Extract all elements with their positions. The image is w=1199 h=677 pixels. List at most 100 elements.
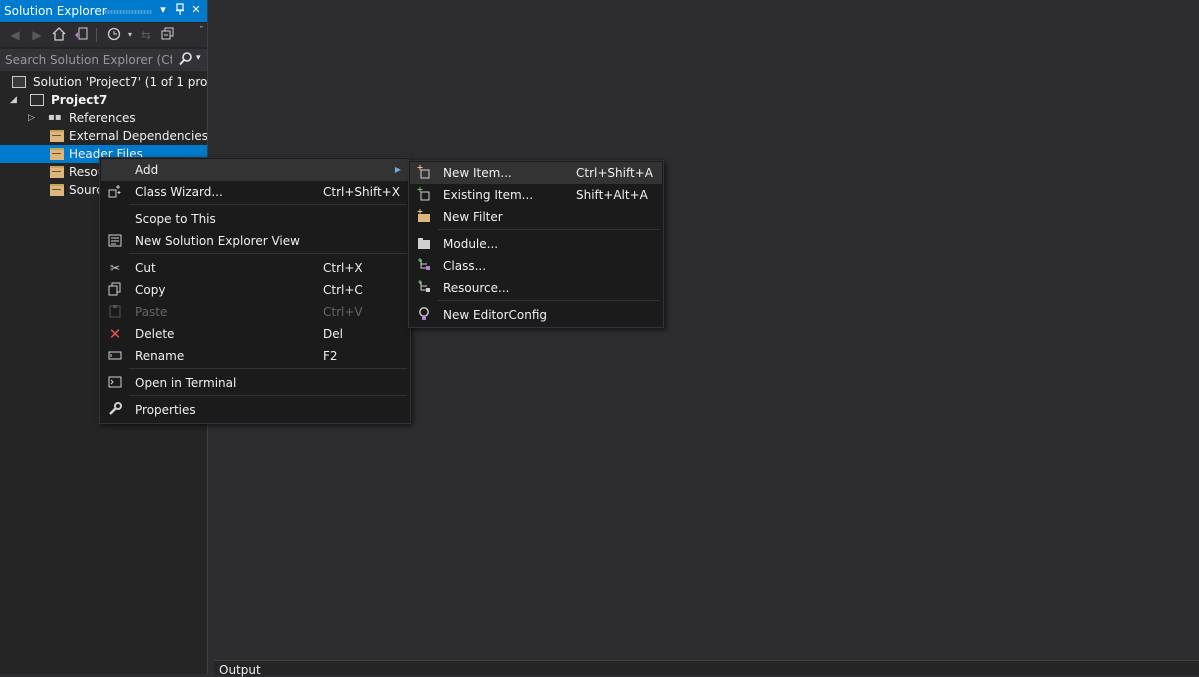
menu-item-label: New Item... xyxy=(443,166,512,180)
solution-explorer-search: ▾ xyxy=(0,49,207,71)
submenu-item-class[interactable]: Class... xyxy=(410,255,662,277)
menu-separator xyxy=(129,204,407,205)
menu-item-label: Class Wizard... xyxy=(135,185,223,199)
menu-item-label: New Filter xyxy=(443,210,503,224)
tree-item-project[interactable]: ◢ Project7 xyxy=(0,91,207,109)
submenu-item-new-editorconfig[interactable]: New EditorConfig xyxy=(410,304,662,326)
terminal-icon xyxy=(107,375,123,391)
collapse-all-icon[interactable] xyxy=(160,27,176,43)
menu-item-label: Add xyxy=(135,163,159,177)
menu-separator xyxy=(438,300,660,301)
history-icon[interactable] xyxy=(106,27,122,43)
new-view-icon xyxy=(107,233,123,249)
menu-item-label: Scope to This xyxy=(135,212,216,226)
menu-item-label: Resource... xyxy=(443,281,510,295)
context-menu: Add ▶ Class Wizard... Ctrl+Shift+X Scope… xyxy=(99,157,411,424)
menu-item-shortcut: Ctrl+Shift+X xyxy=(323,185,400,199)
menu-item-shortcut: Ctrl+C xyxy=(323,283,363,297)
solution-explorer-toolbar: ◀ ▶ ▾ ⇆ ˝ xyxy=(0,23,207,47)
wrench-icon xyxy=(107,402,123,418)
delete-icon: ✕ xyxy=(108,325,122,343)
back-icon[interactable]: ◀ xyxy=(7,27,23,43)
overflow-icon[interactable]: ˝ xyxy=(193,23,209,39)
menu-item-properties[interactable]: Properties xyxy=(101,399,409,421)
menu-item-add[interactable]: Add ▶ xyxy=(101,159,409,181)
new-filter-icon xyxy=(416,209,432,225)
menu-separator xyxy=(129,253,407,254)
menu-item-shortcut: Ctrl+X xyxy=(323,261,363,275)
home-icon[interactable] xyxy=(51,27,67,43)
menu-item-label: Properties xyxy=(135,403,196,417)
submenu-item-module[interactable]: Module... xyxy=(410,233,662,255)
menu-item-label: Rename xyxy=(135,349,185,363)
folder-icon xyxy=(50,166,64,178)
tree-item-external-dependencies[interactable]: External Dependencies xyxy=(0,127,207,145)
project-icon xyxy=(30,94,44,106)
menu-item-class-wizard[interactable]: Class Wizard... Ctrl+Shift+X xyxy=(101,181,409,203)
class-icon xyxy=(416,258,432,274)
tree-item-solution[interactable]: Solution 'Project7' (1 of 1 project) xyxy=(0,73,207,91)
sync-icon[interactable]: ⇆ xyxy=(138,27,154,43)
menu-item-rename[interactable]: Rename F2 xyxy=(101,345,409,367)
toolbar-separator xyxy=(96,28,97,42)
submenu-item-new-item[interactable]: New Item... Ctrl+Shift+A xyxy=(410,162,662,184)
folder-icon xyxy=(50,184,64,196)
solution-explorer-title-bar: Solution Explorer ▾ ✕ xyxy=(0,0,207,22)
search-input[interactable] xyxy=(0,49,172,71)
solution-icon xyxy=(12,76,26,88)
title-grip xyxy=(104,10,152,14)
submenu-item-existing-item[interactable]: Existing Item... Shift+Alt+A xyxy=(410,184,662,206)
window-position-dropdown-icon[interactable]: ▾ xyxy=(156,3,170,19)
menu-separator xyxy=(129,395,407,396)
expanded-arrow-icon[interactable]: ◢ xyxy=(10,91,17,109)
tree-item-label: References xyxy=(69,111,136,125)
output-panel-tab[interactable]: Output xyxy=(214,660,1199,677)
menu-item-label: Class... xyxy=(443,259,487,273)
resource-icon xyxy=(416,280,432,296)
menu-item-cut[interactable]: ✂ Cut Ctrl+X xyxy=(101,257,409,279)
menu-item-scope-to-this[interactable]: Scope to This xyxy=(101,208,409,230)
submenu-item-new-filter[interactable]: New Filter xyxy=(410,206,662,228)
menu-item-shortcut: Ctrl+V xyxy=(323,305,363,319)
menu-item-shortcut: F2 xyxy=(323,349,338,363)
collapsed-arrow-icon[interactable]: ▷ xyxy=(28,109,35,127)
new-item-icon xyxy=(416,165,432,181)
menu-item-label: Copy xyxy=(135,283,166,297)
menu-item-label: Open in Terminal xyxy=(135,376,237,390)
menu-item-label: Paste xyxy=(135,305,168,319)
submenu-arrow-icon: ▶ xyxy=(394,165,401,174)
menu-item-open-in-terminal[interactable]: Open in Terminal xyxy=(101,372,409,394)
menu-item-shortcut: Del xyxy=(323,327,343,341)
output-tab-label: Output xyxy=(219,663,261,677)
module-icon xyxy=(416,236,432,252)
close-icon[interactable]: ✕ xyxy=(189,3,203,19)
menu-item-copy[interactable]: Copy Ctrl+C xyxy=(101,279,409,301)
forward-icon[interactable]: ▶ xyxy=(29,27,45,43)
tree-item-label: External Dependencies xyxy=(69,129,207,143)
menu-item-paste[interactable]: Paste Ctrl+V xyxy=(101,301,409,323)
menu-item-label: New Solution Explorer View xyxy=(135,234,300,248)
folder-icon xyxy=(50,148,64,160)
search-options-dropdown-icon[interactable]: ▾ xyxy=(196,53,201,63)
pin-icon[interactable] xyxy=(173,3,187,19)
references-icon: ▪▪ xyxy=(48,112,62,123)
folder-icon xyxy=(50,130,64,142)
menu-separator xyxy=(438,229,660,230)
menu-item-label: Delete xyxy=(135,327,175,341)
menu-item-new-solution-explorer-view[interactable]: New Solution Explorer View xyxy=(101,230,409,252)
add-submenu: New Item... Ctrl+Shift+A Existing Item..… xyxy=(408,160,664,328)
switch-views-icon[interactable] xyxy=(73,27,89,43)
tree-item-label: Solution 'Project7' (1 of 1 project) xyxy=(33,75,207,89)
history-dropdown-icon[interactable]: ▾ xyxy=(122,27,138,43)
existing-item-icon xyxy=(416,187,432,203)
copy-icon xyxy=(107,282,123,298)
menu-item-label: Module... xyxy=(443,237,499,251)
menu-item-label: Cut xyxy=(135,261,156,275)
rename-icon xyxy=(107,348,123,364)
scissors-icon: ✂ xyxy=(109,261,121,275)
paste-icon xyxy=(107,304,123,320)
submenu-item-resource[interactable]: Resource... xyxy=(410,277,662,299)
tree-item-references[interactable]: ▷ ▪▪ References xyxy=(0,109,207,127)
menu-item-delete[interactable]: ✕ Delete Del xyxy=(101,323,409,345)
search-icon[interactable] xyxy=(179,52,192,69)
